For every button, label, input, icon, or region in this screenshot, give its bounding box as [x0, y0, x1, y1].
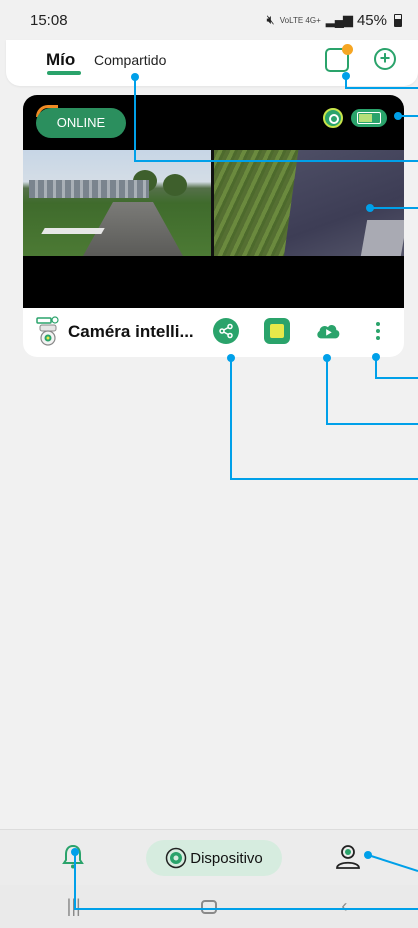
back-icon[interactable]: ‹	[324, 896, 364, 917]
callout-cloud	[323, 354, 418, 425]
status-time: 15:08	[30, 11, 68, 29]
camera-feed-left	[23, 150, 211, 256]
device-camera-icon	[36, 316, 59, 346]
device-card[interactable]: ONLINE Caméra intelli...	[23, 95, 404, 357]
profile-icon[interactable]	[334, 844, 362, 870]
cloud-playback-icon[interactable]	[315, 318, 341, 344]
status-badge: ONLINE	[36, 108, 126, 138]
tab-mine[interactable]: Mío	[46, 50, 75, 70]
road-marking	[360, 220, 404, 256]
status-indicators: 🔇︎ VoLTE 4G+ ▂▄▆ 45%	[267, 12, 402, 29]
tab-shared[interactable]: Compartido	[94, 52, 166, 68]
more-icon[interactable]	[365, 318, 391, 344]
device-name[interactable]: Caméra intelli...	[68, 322, 194, 342]
tree	[163, 174, 187, 196]
device-tab-icon	[165, 847, 187, 869]
battery-percent: 45%	[356, 11, 387, 29]
tab-devices[interactable]: Dispositivo	[146, 840, 282, 876]
sd-card-icon[interactable]	[264, 318, 290, 344]
curb	[41, 228, 105, 234]
add-icon[interactable]: +	[374, 48, 396, 70]
camera-feed-right	[214, 150, 404, 256]
network-indicator: VoLTE 4G+	[279, 15, 321, 25]
camera-status-icon	[323, 108, 343, 128]
battery-icon	[351, 109, 387, 127]
live-preview[interactable]: ONLINE	[23, 95, 404, 308]
status-bar: 15:08 🔇︎ VoLTE 4G+ ▂▄▆ 45%	[0, 0, 418, 40]
alerts-bell-icon[interactable]	[62, 844, 84, 870]
recent-apps-icon[interactable]: |||	[54, 896, 94, 917]
battery-status-icon	[394, 13, 402, 27]
device-card-footer: Caméra intelli...	[23, 308, 404, 357]
device-tab-label: Dispositivo	[190, 849, 263, 867]
signal-icon: ▂▄▆	[325, 12, 353, 27]
callout-share	[227, 354, 418, 480]
header-bar: Mío Compartido +	[6, 40, 418, 86]
active-tab-indicator	[47, 71, 81, 75]
mute-icon: 🔇︎	[266, 12, 275, 27]
notification-dot	[342, 44, 353, 55]
home-icon[interactable]	[200, 899, 217, 914]
system-navigation: ||| ‹	[0, 885, 418, 928]
share-icon[interactable]	[213, 318, 239, 344]
message-icon[interactable]	[325, 44, 353, 72]
bottom-navigation: Dispositivo	[0, 829, 418, 885]
building	[29, 180, 149, 198]
